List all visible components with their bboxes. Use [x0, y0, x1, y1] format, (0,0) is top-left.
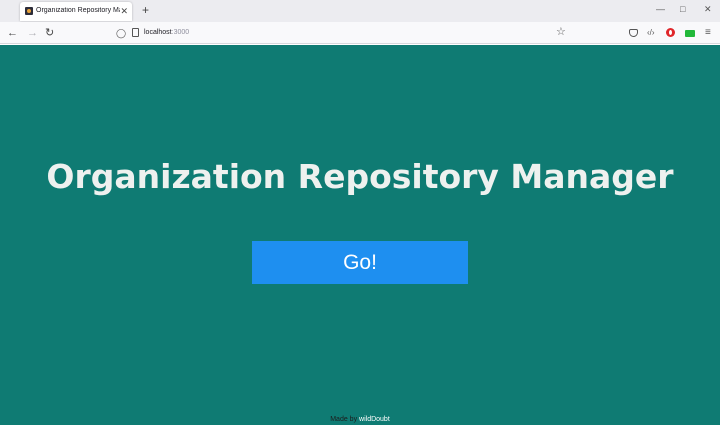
tab-close-icon[interactable]: ✕	[120, 5, 128, 17]
extension-icon[interactable]	[685, 30, 695, 37]
footer-prefix: Made by	[330, 416, 358, 423]
page-viewport: Organization Repository Manager Go! Made…	[0, 45, 720, 425]
opera-extension-icon[interactable]	[666, 28, 675, 37]
navigation-bar: ← → ↻ ◯ localhost:3000 ☆ ‹/› ≡	[0, 22, 720, 44]
tab-strip: Organization Repository Mana ✕ + — □ ✕	[0, 0, 720, 22]
back-icon[interactable]: ←	[7, 26, 18, 40]
tab-active[interactable]: Organization Repository Mana ✕	[20, 2, 132, 21]
bookmark-star-icon[interactable]: ☆	[556, 26, 566, 39]
footer: Made by wildDoubt	[0, 416, 720, 423]
shield-icon[interactable]: ◯	[116, 27, 126, 39]
page-info-icon[interactable]	[132, 28, 139, 37]
page-title: Organization Repository Manager	[46, 157, 674, 196]
go-button[interactable]: Go!	[252, 241, 468, 284]
forward-icon[interactable]: →	[27, 26, 38, 40]
pocket-icon[interactable]	[629, 29, 638, 37]
close-window-icon[interactable]: ✕	[704, 3, 712, 15]
devtools-icon[interactable]: ‹/›	[647, 28, 655, 38]
app-favicon-icon	[25, 7, 33, 15]
url-port: :3000	[171, 29, 190, 36]
url-host: localhost	[144, 29, 172, 36]
tab-title: Organization Repository Mana	[36, 7, 120, 14]
minimize-icon[interactable]: —	[656, 3, 665, 15]
maximize-icon[interactable]: □	[680, 3, 685, 15]
new-tab-button[interactable]: +	[142, 3, 149, 17]
hamburger-menu-icon[interactable]: ≡	[705, 28, 711, 38]
footer-author-link[interactable]: wildDoubt	[359, 416, 390, 423]
url-bar[interactable]: localhost:3000	[144, 28, 189, 38]
reload-icon[interactable]: ↻	[45, 26, 54, 40]
